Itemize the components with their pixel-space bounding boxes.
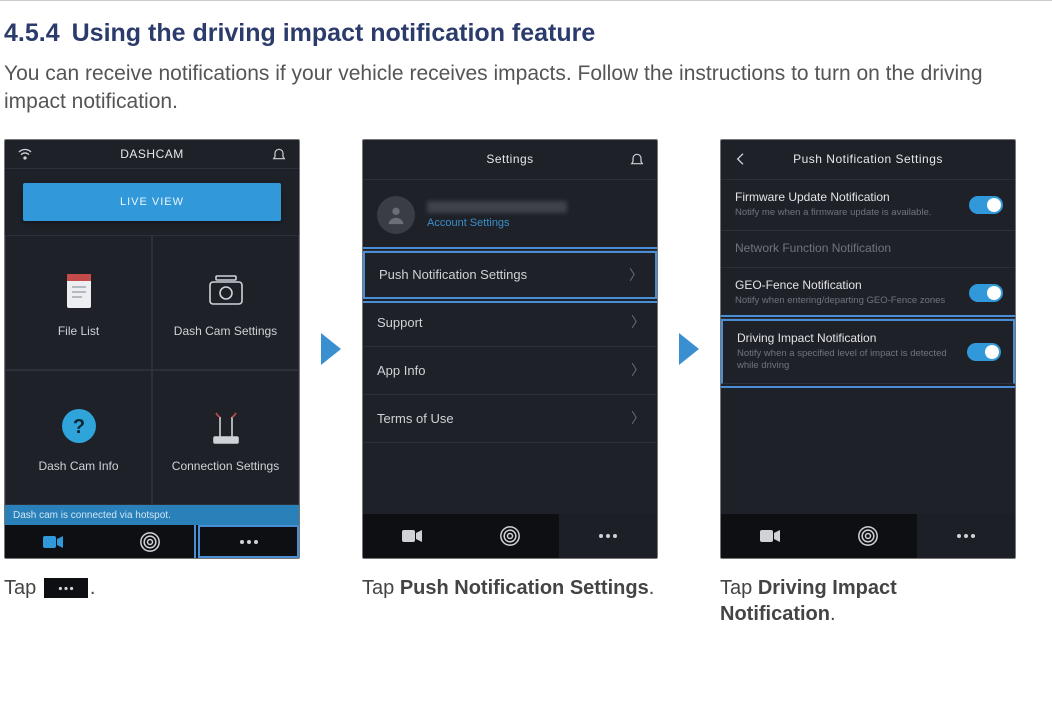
cell-label: Dash Cam Info	[38, 459, 118, 473]
chevron-right-icon: 〉	[629, 265, 643, 285]
caption-text: .	[649, 577, 655, 599]
home-content: LIVE VIEW File List Dash Cam Settings	[5, 169, 299, 525]
camera-icon	[203, 268, 249, 314]
item-title: Network Function Notification	[735, 241, 957, 255]
cell-label: Connection Settings	[172, 459, 279, 473]
tab-broadcast[interactable]	[819, 514, 917, 558]
antenna-icon	[203, 403, 249, 449]
screen-title: Push Notification Settings	[793, 152, 943, 166]
toggle-geo-fence[interactable]: GEO-Fence Notification Notify when enter…	[721, 268, 1015, 319]
settings-content: Account Settings Push Notification Setti…	[363, 180, 657, 514]
svg-text:?: ?	[72, 416, 84, 438]
section-number: 4.5.4	[4, 19, 60, 47]
step-2: Settings Account Settings Push Notific	[362, 139, 658, 601]
item-title: GEO-Fence Notification	[735, 278, 957, 292]
tab-bar	[721, 514, 1015, 558]
toggle-switch-on[interactable]	[967, 343, 1001, 361]
caption-text: .	[90, 577, 96, 599]
menu-label: Terms of Use	[377, 411, 454, 426]
dashcam-info-button[interactable]: ? Dash Cam Info	[5, 370, 152, 505]
caption-text: .	[830, 603, 836, 625]
caption-text: Tap	[362, 577, 400, 599]
bell-icon[interactable]	[259, 140, 299, 169]
live-view-label: LIVE VIEW	[120, 196, 184, 208]
caption-text: Tap	[720, 577, 758, 599]
toggle-firmware-update[interactable]: Firmware Update Notification Notify me w…	[721, 180, 1015, 231]
section-intro: You can receive notifications if your ve…	[4, 60, 1048, 117]
account-row[interactable]: Account Settings	[363, 180, 657, 251]
dashcam-settings-button[interactable]: Dash Cam Settings	[152, 235, 299, 370]
live-view-button[interactable]: LIVE VIEW	[23, 183, 281, 221]
settings-screen: Settings Account Settings Push Notific	[362, 139, 658, 559]
step-1: DASHCAM LIVE VIEW File List	[4, 139, 300, 601]
caption-1: Tap .	[4, 575, 300, 601]
connection-status: Dash cam is connected via hotspot.	[5, 505, 299, 525]
status-text: Dash cam is connected via hotspot.	[13, 510, 171, 521]
titlebar: Push Notification Settings	[721, 140, 1015, 180]
wifi-icon	[5, 140, 45, 169]
caption-3: Tap Driving Impact Notification.	[720, 575, 1016, 627]
document-icon	[56, 268, 102, 314]
caption-text: Tap	[4, 577, 42, 599]
toggle-driving-impact[interactable]: Driving Impact Notification Notify when …	[721, 319, 1015, 384]
tab-broadcast[interactable]	[102, 525, 199, 557]
tab-more[interactable]	[917, 514, 1015, 558]
tab-more[interactable]	[559, 514, 657, 558]
avatar-icon	[377, 196, 415, 234]
titlebar: Settings	[363, 140, 657, 180]
tab-camera[interactable]	[721, 514, 819, 558]
item-subtitle: Notify when a specified level of impact …	[737, 348, 955, 371]
item-subtitle: Notify when entering/departing GEO-Fence…	[735, 295, 957, 306]
item-title: Driving Impact Notification	[737, 331, 955, 345]
account-email-blurred	[427, 201, 567, 213]
menu-app-info[interactable]: App Info 〉	[363, 347, 657, 395]
section-title-text: Using the driving impact notification fe…	[72, 19, 596, 47]
home-grid: File List Dash Cam Settings ? Dash Cam I…	[5, 235, 299, 505]
step-3: Push Notification Settings Firmware Upda…	[720, 139, 1016, 627]
toggle-switch-on[interactable]	[969, 284, 1003, 302]
cell-label: File List	[58, 324, 99, 338]
help-icon: ?	[56, 403, 102, 449]
toggle-switch-on[interactable]	[969, 196, 1003, 214]
connection-settings-button[interactable]: Connection Settings	[152, 370, 299, 505]
menu-support[interactable]: Support 〉	[363, 299, 657, 347]
item-title: Firmware Update Notification	[735, 190, 957, 204]
arrow-2	[674, 139, 704, 559]
screen-title: Settings	[486, 152, 533, 166]
notification-list: Firmware Update Notification Notify me w…	[721, 180, 1015, 514]
chevron-right-icon: 〉	[631, 312, 645, 332]
toggle-network-function[interactable]: Network Function Notification	[721, 231, 1015, 268]
file-list-button[interactable]: File List	[5, 235, 152, 370]
menu-label: Support	[377, 315, 423, 330]
arrow-1	[316, 139, 346, 559]
caption-2: Tap Push Notification Settings.	[362, 575, 658, 601]
menu-label: Push Notification Settings	[379, 267, 527, 282]
tab-more[interactable]	[198, 525, 299, 557]
menu-push-notification-settings[interactable]: Push Notification Settings 〉	[363, 251, 657, 299]
item-subtitle: Notify me when a firmware update is avai…	[735, 207, 957, 218]
tab-bar	[363, 514, 657, 558]
cell-label: Dash Cam Settings	[174, 324, 277, 338]
caption-bold: Push Notification Settings	[400, 577, 649, 599]
dashcam-home-screen: DASHCAM LIVE VIEW File List	[4, 139, 300, 559]
push-notification-settings-screen: Push Notification Settings Firmware Upda…	[720, 139, 1016, 559]
back-icon[interactable]	[721, 140, 761, 179]
bell-icon[interactable]	[617, 140, 657, 179]
menu-label: App Info	[377, 363, 425, 378]
more-icon-inline	[44, 578, 88, 598]
tab-camera[interactable]	[5, 525, 102, 557]
tab-bar	[5, 525, 299, 557]
tab-camera[interactable]	[363, 514, 461, 558]
chevron-right-icon: 〉	[631, 360, 645, 380]
tab-broadcast[interactable]	[461, 514, 559, 558]
titlebar: DASHCAM	[5, 140, 299, 170]
screen-title: DASHCAM	[120, 147, 184, 161]
section-heading: 4.5.4 Using the driving impact notificati…	[4, 19, 1048, 48]
menu-terms-of-use[interactable]: Terms of Use 〉	[363, 395, 657, 443]
chevron-right-icon: 〉	[631, 408, 645, 428]
account-settings-link[interactable]: Account Settings	[427, 217, 567, 229]
steps-row: DASHCAM LIVE VIEW File List	[4, 139, 1048, 627]
